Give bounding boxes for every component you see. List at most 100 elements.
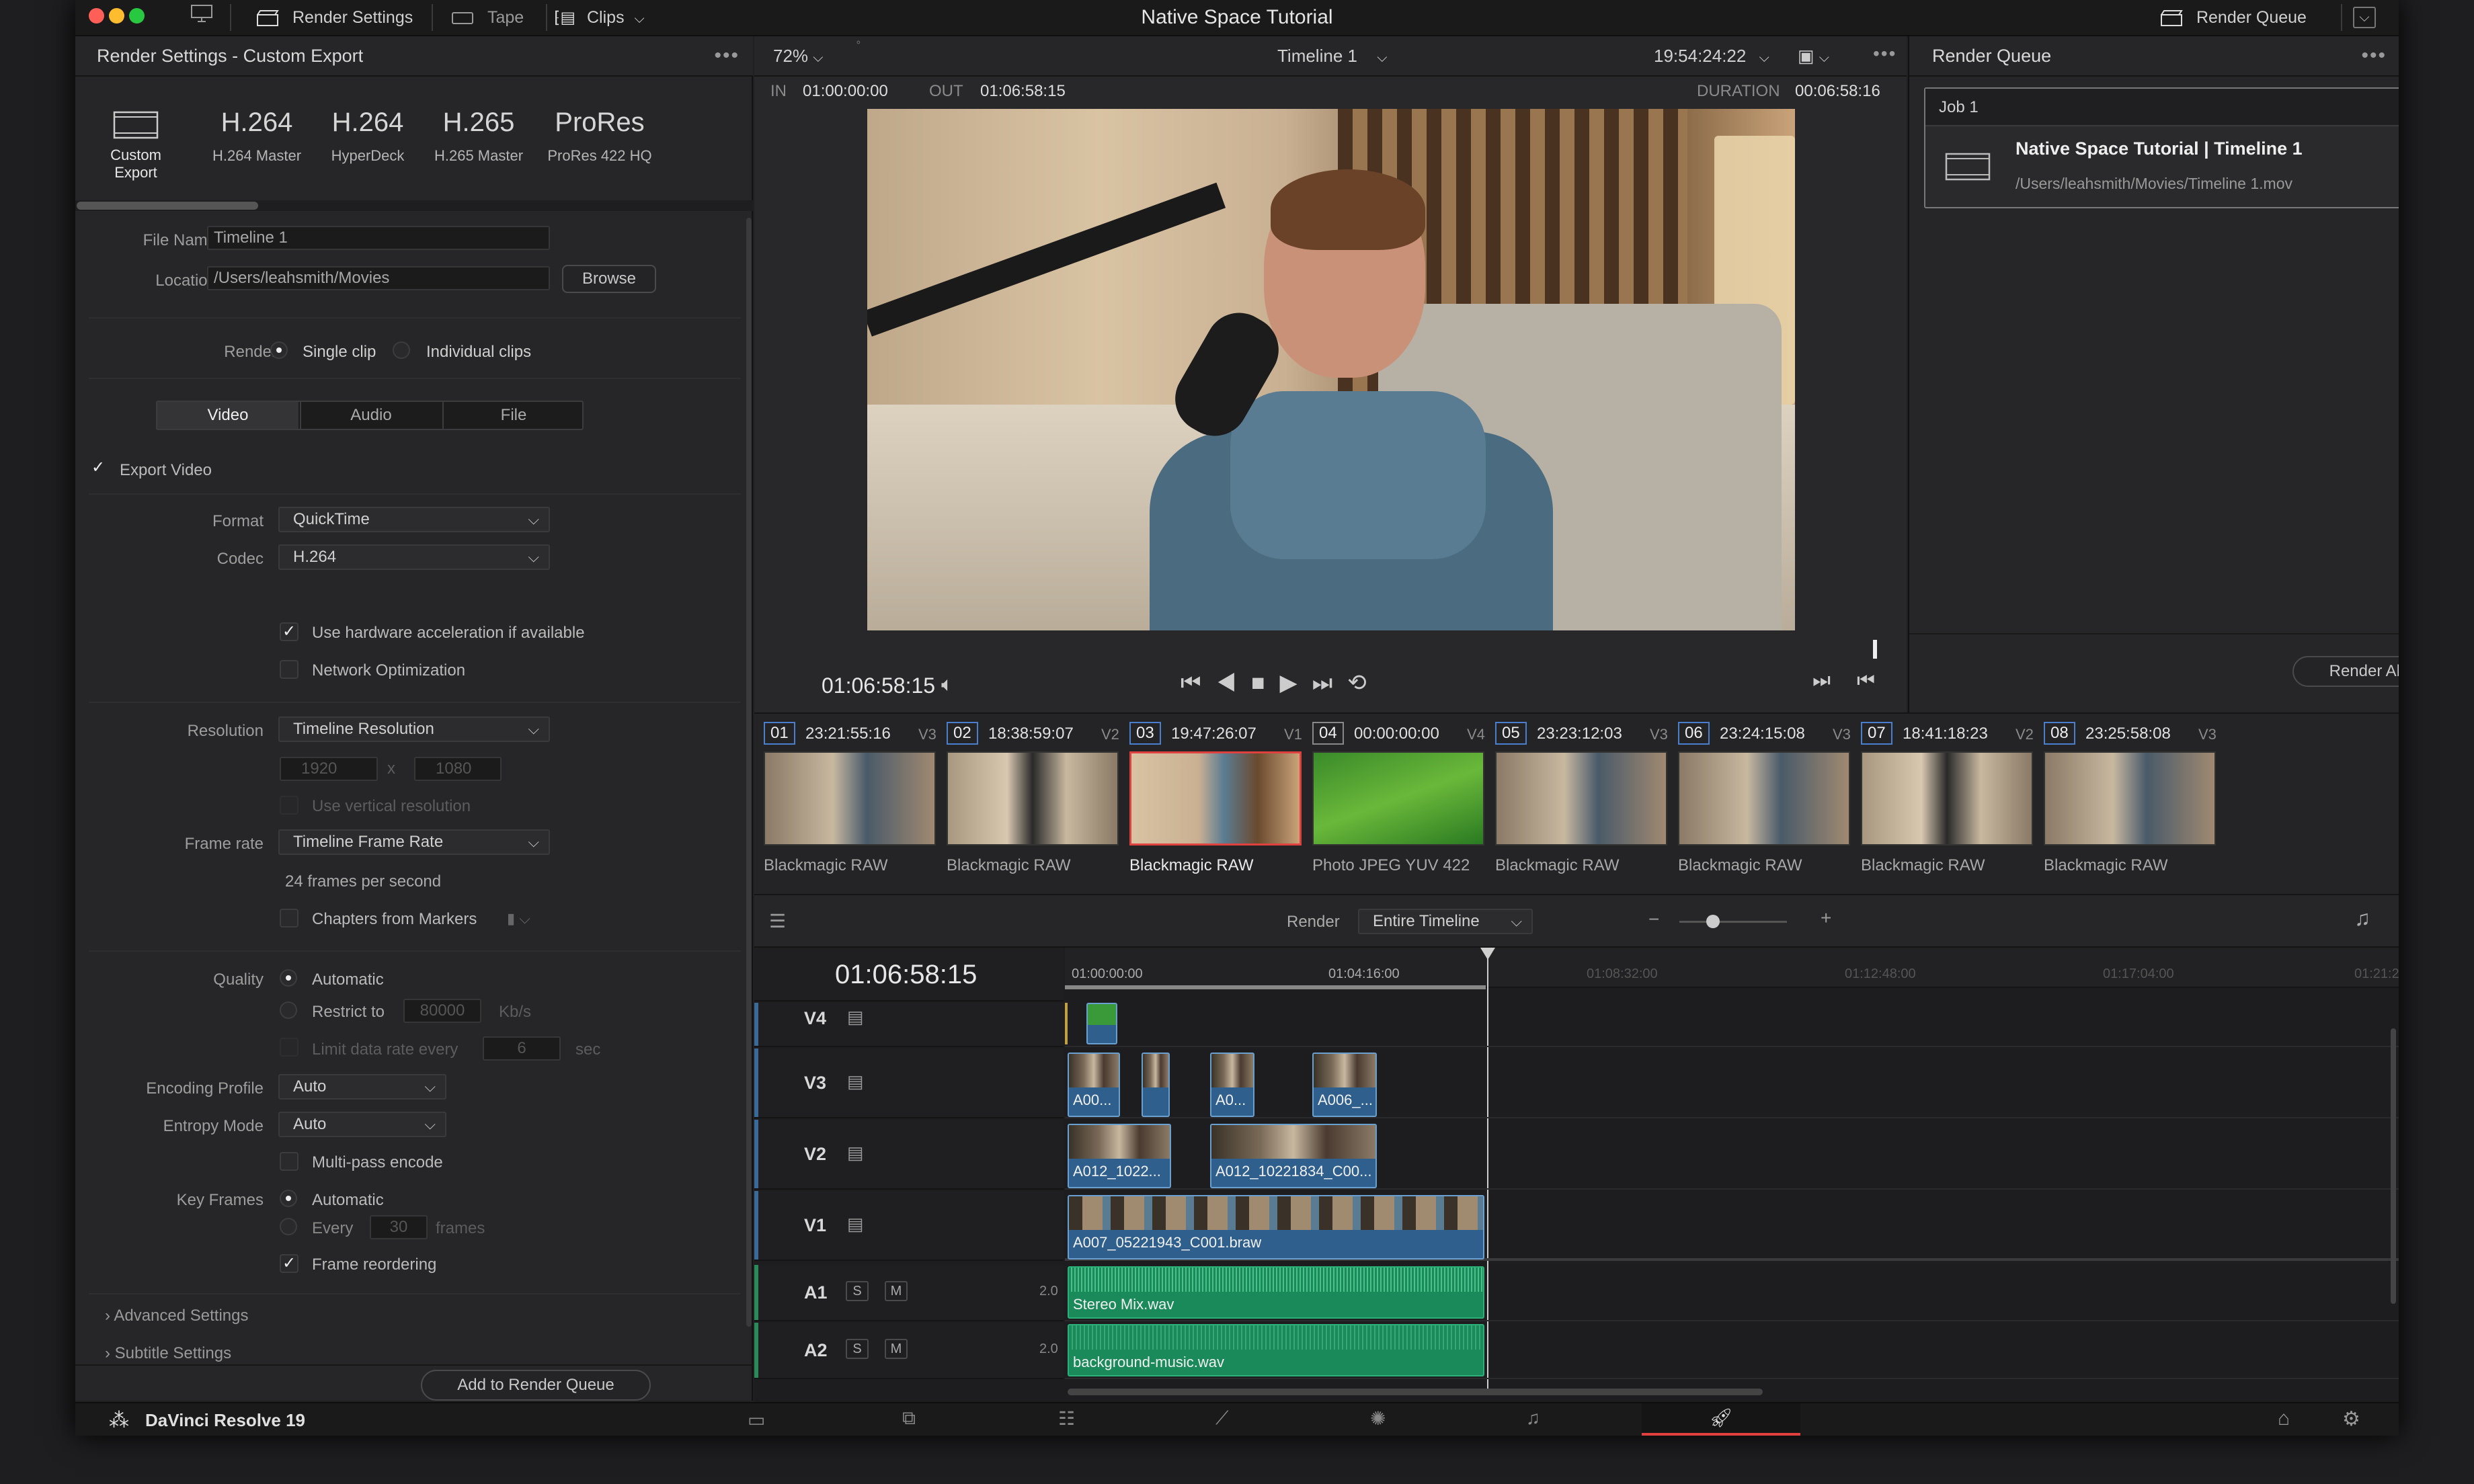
- frame-rate-dropdown[interactable]: Timeline Frame Rate ⌵: [278, 829, 550, 855]
- options-icon[interactable]: ˚: [856, 40, 861, 56]
- subtitle-settings-toggle[interactable]: › Subtitle Settings: [105, 1344, 231, 1363]
- format-dropdown[interactable]: QuickTime ⌵: [278, 507, 550, 532]
- chapters-checkbox[interactable]: [280, 909, 298, 928]
- solo-button[interactable]: S: [846, 1339, 869, 1359]
- playhead-handle[interactable]: [1480, 948, 1495, 960]
- tab-file[interactable]: File: [442, 402, 584, 429]
- video-clip[interactable]: A00...: [1068, 1053, 1120, 1117]
- more-options-icon[interactable]: •••: [1873, 43, 1897, 65]
- render-queue-toggle[interactable]: Render Queue: [2159, 0, 2307, 35]
- preset-scrollbar[interactable]: [77, 202, 258, 210]
- more-options-icon[interactable]: •••: [714, 36, 740, 75]
- video-clip[interactable]: [1086, 1003, 1117, 1044]
- vertical-res-checkbox[interactable]: [280, 796, 298, 815]
- mute-button[interactable]: M: [885, 1339, 908, 1359]
- quality-automatic-radio[interactable]: [280, 969, 297, 987]
- audio-clip[interactable]: background-music.wav: [1068, 1324, 1484, 1376]
- file-name-input[interactable]: Timeline 1: [207, 226, 550, 250]
- timeline-h-scrollbar[interactable]: [1068, 1389, 1763, 1395]
- restrict-radio[interactable]: [280, 1001, 297, 1019]
- video-clip[interactable]: [1142, 1053, 1170, 1117]
- play-reverse-icon[interactable]: ◀︎: [1216, 670, 1251, 696]
- prev-clip-icon[interactable]: ⏮︎: [1857, 669, 1875, 692]
- edit-page-icon[interactable]: ☷: [1058, 1407, 1075, 1430]
- playhead-marker[interactable]: [1873, 640, 1877, 659]
- next-clip-icon[interactable]: ⏭︎: [1812, 669, 1831, 692]
- track-header-a1[interactable]: A1 S M 2.0: [754, 1265, 1064, 1321]
- preset-prores[interactable]: ProRes ProRes 422 HQ: [539, 108, 660, 165]
- resolution-dropdown[interactable]: Timeline Resolution ⌵: [278, 716, 550, 742]
- marker-color-icon[interactable]: ▮ ⌵: [507, 910, 530, 928]
- advanced-settings-toggle[interactable]: › Advanced Settings: [105, 1307, 248, 1325]
- multipass-checkbox[interactable]: [280, 1152, 298, 1171]
- video-clip[interactable]: A0...: [1210, 1053, 1254, 1117]
- single-clip-radio[interactable]: [270, 341, 288, 359]
- track-header-v4[interactable]: V4 ▤: [754, 1003, 1064, 1047]
- limit-rate-checkbox[interactable]: [280, 1038, 298, 1057]
- render-all-button[interactable]: Render All: [2292, 656, 2399, 687]
- track-header-v1[interactable]: V1 ▤: [754, 1191, 1064, 1261]
- timeline-options-icon[interactable]: ☰: [769, 910, 786, 932]
- volume-icon[interactable]: 🔈︎: [941, 673, 953, 696]
- play-icon[interactable]: ▶︎: [1279, 670, 1312, 696]
- fairlight-page-icon[interactable]: ♫: [1526, 1407, 1540, 1429]
- export-video-checkbox[interactable]: ✓: [89, 460, 108, 479]
- individual-clips-radio[interactable]: [393, 341, 410, 359]
- zoom-in-icon[interactable]: +: [1821, 907, 1831, 929]
- track-header-v3[interactable]: V3 ▤: [754, 1048, 1064, 1118]
- solo-button[interactable]: S: [846, 1281, 869, 1301]
- cut-page-icon[interactable]: ⧉: [902, 1407, 916, 1430]
- go-to-end-icon[interactable]: ⏭︎: [1312, 670, 1348, 696]
- zoom-slider-handle[interactable]: [1706, 915, 1720, 928]
- kf-automatic-radio[interactable]: [280, 1190, 297, 1207]
- zoom-out-icon[interactable]: −: [1648, 909, 1659, 930]
- network-opt-checkbox[interactable]: [280, 660, 298, 679]
- timeline-ruler[interactable]: 01:00:00:00 01:04:16:00 01:08:32:00 01:1…: [1065, 948, 2399, 989]
- frame-reordering-checkbox[interactable]: ✓: [280, 1254, 298, 1273]
- kf-every-input[interactable]: 30: [370, 1215, 428, 1239]
- video-clip[interactable]: A006_...: [1312, 1053, 1377, 1117]
- media-page-icon[interactable]: ▭: [748, 1409, 765, 1431]
- deliver-page-icon[interactable]: 🚀︎: [1642, 1403, 1800, 1436]
- stop-icon[interactable]: ■: [1251, 670, 1280, 696]
- preset-h265-master[interactable]: H.265 H.265 Master: [425, 108, 532, 165]
- kf-every-radio[interactable]: [280, 1218, 297, 1235]
- collapse-menu-icon[interactable]: ⌵: [2353, 7, 2376, 28]
- video-clip[interactable]: A012_1022...: [1068, 1124, 1171, 1188]
- preset-custom-export[interactable]: Custom Export: [89, 110, 183, 181]
- preset-hyperdeck[interactable]: H.264 HyperDeck: [317, 108, 418, 165]
- add-to-render-queue-button[interactable]: Add to Render Queue: [421, 1370, 651, 1401]
- go-to-start-icon[interactable]: ⏮︎: [1181, 670, 1216, 696]
- audio-clip[interactable]: Stereo Mix.wav: [1068, 1266, 1484, 1319]
- browse-button[interactable]: Browse: [562, 265, 656, 293]
- timeline-v-scrollbar[interactable]: [2391, 1028, 2396, 1304]
- timeline-dropdown[interactable]: Timeline 1 ⌵: [1277, 46, 1387, 67]
- entropy-dropdown[interactable]: Auto ⌵: [278, 1112, 446, 1137]
- width-input[interactable]: 1920: [280, 757, 378, 781]
- settings-scrollbar[interactable]: [746, 218, 752, 1327]
- more-options-icon[interactable]: •••: [2361, 36, 2387, 75]
- color-page-icon[interactable]: ✺: [1370, 1407, 1386, 1430]
- render-range-dropdown[interactable]: Entire Timeline ⌵: [1358, 909, 1533, 934]
- video-clip[interactable]: A007_05221943_C001.braw: [1068, 1195, 1484, 1260]
- gear-icon[interactable]: ⚙︎: [2342, 1407, 2360, 1431]
- zoom-dropdown[interactable]: 72% ⌵: [773, 46, 823, 67]
- tab-audio[interactable]: Audio: [300, 402, 441, 429]
- track-header-a2[interactable]: A2 S M 2.0: [754, 1323, 1064, 1379]
- zoom-slider[interactable]: [1679, 921, 1787, 923]
- height-input[interactable]: 1080: [414, 757, 502, 781]
- restrict-input[interactable]: 80000: [403, 999, 481, 1023]
- loop-icon[interactable]: ⟲: [1347, 670, 1382, 696]
- location-input[interactable]: /Users/leahsmith/Movies: [207, 266, 550, 290]
- audio-meter-icon[interactable]: ♫: [2354, 906, 2370, 931]
- home-icon[interactable]: ⌂: [2278, 1407, 2290, 1430]
- fusion-page-icon[interactable]: ⟋: [1215, 1407, 1229, 1430]
- limit-input[interactable]: 6: [483, 1036, 561, 1061]
- display-mode-icon[interactable]: ▣ ⌵: [1798, 46, 1829, 67]
- preset-h264-master[interactable]: H.264 H.264 Master: [203, 108, 311, 165]
- encoding-profile-dropdown[interactable]: Auto ⌵: [278, 1074, 446, 1100]
- video-clip[interactable]: A012_10221834_C00...: [1210, 1124, 1377, 1188]
- track-header-v2[interactable]: V2 ▤: [754, 1120, 1064, 1190]
- job-card[interactable]: Job 1 Native Space Tutorial | Timeline 1…: [1924, 87, 2399, 208]
- timecode-dropdown[interactable]: 19:54:24:22 ⌵: [1654, 46, 1769, 67]
